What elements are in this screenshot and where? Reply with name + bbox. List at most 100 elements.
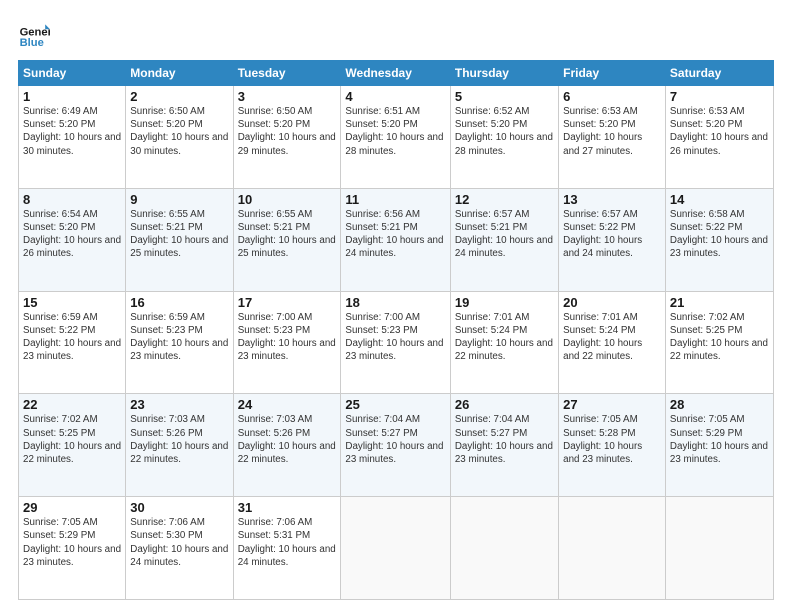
sunset-text: Sunset: 5:21 PM	[130, 222, 202, 233]
daylight-text: Daylight: 10 hours and 23 minutes.	[130, 338, 228, 362]
calendar-table: SundayMondayTuesdayWednesdayThursdayFrid…	[18, 60, 774, 600]
sunrise-text: Sunrise: 7:05 AM	[670, 414, 745, 425]
sunrise-text: Sunrise: 6:59 AM	[23, 312, 98, 323]
calendar-cell: 15 Sunrise: 6:59 AM Sunset: 5:22 PM Dayl…	[19, 291, 126, 394]
day-number: 17	[238, 295, 337, 310]
daylight-text: Daylight: 10 hours and 25 minutes.	[130, 235, 228, 259]
day-info: Sunrise: 7:01 AM Sunset: 5:24 PM Dayligh…	[455, 311, 554, 364]
sunset-text: Sunset: 5:30 PM	[130, 530, 202, 541]
calendar-cell: 2 Sunrise: 6:50 AM Sunset: 5:20 PM Dayli…	[126, 86, 233, 189]
calendar-cell: 29 Sunrise: 7:05 AM Sunset: 5:29 PM Dayl…	[19, 497, 126, 600]
daylight-text: Daylight: 10 hours and 23 minutes.	[670, 441, 768, 465]
day-info: Sunrise: 6:50 AM Sunset: 5:20 PM Dayligh…	[238, 105, 337, 158]
day-number: 1	[23, 89, 121, 104]
day-info: Sunrise: 6:57 AM Sunset: 5:21 PM Dayligh…	[455, 208, 554, 261]
sunrise-text: Sunrise: 6:54 AM	[23, 209, 98, 220]
calendar-cell: 12 Sunrise: 6:57 AM Sunset: 5:21 PM Dayl…	[450, 188, 558, 291]
calendar-cell	[559, 497, 666, 600]
sunrise-text: Sunrise: 7:05 AM	[23, 517, 98, 528]
day-info: Sunrise: 7:00 AM Sunset: 5:23 PM Dayligh…	[238, 311, 337, 364]
sunset-text: Sunset: 5:25 PM	[23, 428, 95, 439]
day-info: Sunrise: 6:58 AM Sunset: 5:22 PM Dayligh…	[670, 208, 769, 261]
daylight-text: Daylight: 10 hours and 23 minutes.	[345, 441, 443, 465]
sunset-text: Sunset: 5:28 PM	[563, 428, 635, 439]
daylight-text: Daylight: 10 hours and 23 minutes.	[563, 441, 642, 465]
day-number: 19	[455, 295, 554, 310]
daylight-text: Daylight: 10 hours and 24 minutes.	[238, 544, 336, 568]
day-info: Sunrise: 7:05 AM Sunset: 5:28 PM Dayligh…	[563, 413, 661, 466]
daylight-text: Daylight: 10 hours and 23 minutes.	[670, 235, 768, 259]
calendar-cell: 27 Sunrise: 7:05 AM Sunset: 5:28 PM Dayl…	[559, 394, 666, 497]
sunset-text: Sunset: 5:22 PM	[563, 222, 635, 233]
day-info: Sunrise: 6:51 AM Sunset: 5:20 PM Dayligh…	[345, 105, 445, 158]
calendar-cell: 11 Sunrise: 6:56 AM Sunset: 5:21 PM Dayl…	[341, 188, 450, 291]
day-info: Sunrise: 7:03 AM Sunset: 5:26 PM Dayligh…	[130, 413, 228, 466]
header: General Blue	[18, 18, 774, 50]
calendar-cell: 30 Sunrise: 7:06 AM Sunset: 5:30 PM Dayl…	[126, 497, 233, 600]
sunrise-text: Sunrise: 6:58 AM	[670, 209, 745, 220]
day-number: 9	[130, 192, 228, 207]
daylight-text: Daylight: 10 hours and 23 minutes.	[23, 544, 121, 568]
daylight-text: Daylight: 10 hours and 30 minutes.	[130, 132, 228, 156]
calendar-cell: 3 Sunrise: 6:50 AM Sunset: 5:20 PM Dayli…	[233, 86, 341, 189]
sunrise-text: Sunrise: 6:59 AM	[130, 312, 205, 323]
page: General Blue SundayMondayTuesdayWednesda…	[0, 0, 792, 612]
logo-icon: General Blue	[18, 18, 50, 50]
daylight-text: Daylight: 10 hours and 23 minutes.	[23, 338, 121, 362]
calendar-cell: 6 Sunrise: 6:53 AM Sunset: 5:20 PM Dayli…	[559, 86, 666, 189]
calendar-cell: 18 Sunrise: 7:00 AM Sunset: 5:23 PM Dayl…	[341, 291, 450, 394]
sunset-text: Sunset: 5:29 PM	[23, 530, 95, 541]
calendar-cell: 26 Sunrise: 7:04 AM Sunset: 5:27 PM Dayl…	[450, 394, 558, 497]
day-number: 30	[130, 500, 228, 515]
daylight-text: Daylight: 10 hours and 24 minutes.	[130, 544, 228, 568]
day-number: 26	[455, 397, 554, 412]
sunrise-text: Sunrise: 6:52 AM	[455, 106, 530, 117]
sunset-text: Sunset: 5:20 PM	[238, 119, 310, 130]
calendar-week-5: 29 Sunrise: 7:05 AM Sunset: 5:29 PM Dayl…	[19, 497, 774, 600]
sunset-text: Sunset: 5:23 PM	[238, 325, 310, 336]
calendar-cell: 1 Sunrise: 6:49 AM Sunset: 5:20 PM Dayli…	[19, 86, 126, 189]
sunrise-text: Sunrise: 7:05 AM	[563, 414, 638, 425]
daylight-text: Daylight: 10 hours and 22 minutes.	[23, 441, 121, 465]
day-info: Sunrise: 7:02 AM Sunset: 5:25 PM Dayligh…	[23, 413, 121, 466]
sunset-text: Sunset: 5:27 PM	[455, 428, 527, 439]
day-number: 28	[670, 397, 769, 412]
day-info: Sunrise: 7:05 AM Sunset: 5:29 PM Dayligh…	[670, 413, 769, 466]
day-number: 11	[345, 192, 445, 207]
day-number: 20	[563, 295, 661, 310]
calendar-cell: 21 Sunrise: 7:02 AM Sunset: 5:25 PM Dayl…	[665, 291, 773, 394]
day-number: 6	[563, 89, 661, 104]
day-info: Sunrise: 7:00 AM Sunset: 5:23 PM Dayligh…	[345, 311, 445, 364]
daylight-text: Daylight: 10 hours and 22 minutes.	[238, 441, 336, 465]
sunrise-text: Sunrise: 7:00 AM	[345, 312, 420, 323]
day-info: Sunrise: 6:59 AM Sunset: 5:23 PM Dayligh…	[130, 311, 228, 364]
daylight-text: Daylight: 10 hours and 24 minutes.	[345, 235, 443, 259]
weekday-header-sunday: Sunday	[19, 61, 126, 86]
daylight-text: Daylight: 10 hours and 23 minutes.	[238, 338, 336, 362]
weekday-header-saturday: Saturday	[665, 61, 773, 86]
sunrise-text: Sunrise: 6:55 AM	[130, 209, 205, 220]
day-number: 5	[455, 89, 554, 104]
sunrise-text: Sunrise: 7:00 AM	[238, 312, 313, 323]
calendar-cell: 13 Sunrise: 6:57 AM Sunset: 5:22 PM Dayl…	[559, 188, 666, 291]
sunset-text: Sunset: 5:25 PM	[670, 325, 742, 336]
sunset-text: Sunset: 5:27 PM	[345, 428, 417, 439]
day-number: 2	[130, 89, 228, 104]
sunset-text: Sunset: 5:21 PM	[238, 222, 310, 233]
calendar-cell: 17 Sunrise: 7:00 AM Sunset: 5:23 PM Dayl…	[233, 291, 341, 394]
calendar-cell: 28 Sunrise: 7:05 AM Sunset: 5:29 PM Dayl…	[665, 394, 773, 497]
calendar-cell: 16 Sunrise: 6:59 AM Sunset: 5:23 PM Dayl…	[126, 291, 233, 394]
calendar-cell: 5 Sunrise: 6:52 AM Sunset: 5:20 PM Dayli…	[450, 86, 558, 189]
day-info: Sunrise: 7:02 AM Sunset: 5:25 PM Dayligh…	[670, 311, 769, 364]
daylight-text: Daylight: 10 hours and 24 minutes.	[455, 235, 553, 259]
weekday-header-wednesday: Wednesday	[341, 61, 450, 86]
calendar-week-3: 15 Sunrise: 6:59 AM Sunset: 5:22 PM Dayl…	[19, 291, 774, 394]
calendar-cell: 14 Sunrise: 6:58 AM Sunset: 5:22 PM Dayl…	[665, 188, 773, 291]
day-number: 7	[670, 89, 769, 104]
daylight-text: Daylight: 10 hours and 22 minutes.	[563, 338, 642, 362]
calendar-cell: 9 Sunrise: 6:55 AM Sunset: 5:21 PM Dayli…	[126, 188, 233, 291]
sunset-text: Sunset: 5:31 PM	[238, 530, 310, 541]
daylight-text: Daylight: 10 hours and 22 minutes.	[670, 338, 768, 362]
sunrise-text: Sunrise: 6:50 AM	[238, 106, 313, 117]
weekday-header-friday: Friday	[559, 61, 666, 86]
